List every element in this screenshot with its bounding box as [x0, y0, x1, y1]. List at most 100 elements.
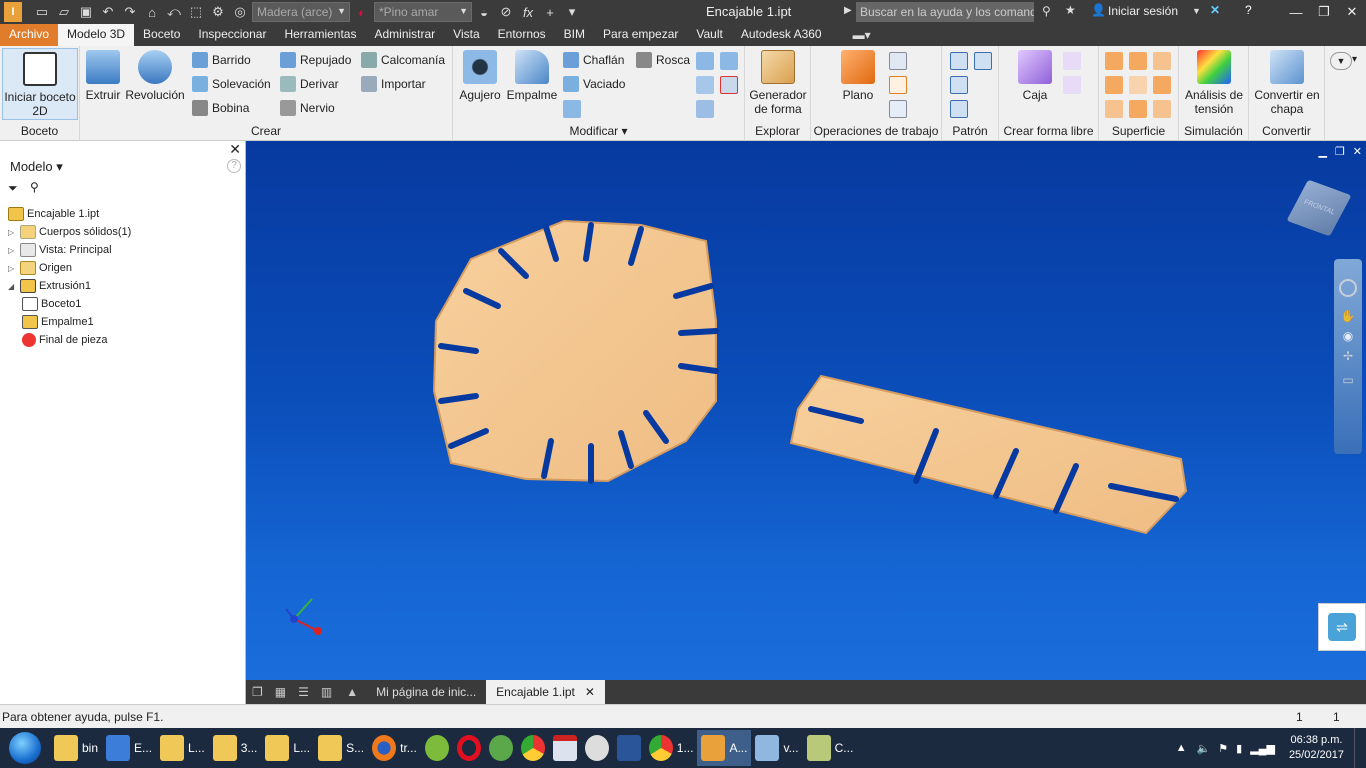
find-icon[interactable]: ⚲	[30, 180, 39, 194]
taskbar-item-folder-l2[interactable]: L...	[261, 730, 314, 766]
taskbar-item-bin[interactable]: bin	[50, 730, 102, 766]
ucs-icon[interactable]	[889, 100, 907, 118]
exchange-icon[interactable]: ✕	[1210, 3, 1220, 17]
close-icon[interactable]: ✕	[585, 685, 595, 699]
user-icon[interactable]: 👤	[1091, 3, 1106, 17]
expand-icon[interactable]: ▷	[8, 228, 20, 237]
replace-face-icon[interactable]	[1153, 76, 1171, 94]
orbit-icon[interactable]: ✢	[1334, 349, 1362, 363]
expand-icon[interactable]: ▷	[8, 264, 20, 273]
taskbar-app-paint[interactable]	[581, 730, 613, 766]
fit-mesh-icon[interactable]	[1129, 100, 1147, 118]
material-select[interactable]: Madera (arce) ▼	[252, 2, 350, 22]
clear-icon[interactable]: ⊘	[496, 2, 516, 22]
derive-button[interactable]: Derivar	[280, 74, 339, 94]
taskbar-app-s[interactable]	[421, 730, 453, 766]
shape-generator-button[interactable]: Generador de forma	[747, 50, 809, 116]
sweep-button[interactable]: Barrido	[192, 50, 251, 70]
browser-title[interactable]: Modelo ▾	[10, 159, 63, 175]
rib-button[interactable]: Nervio	[280, 98, 335, 118]
clock[interactable]: 06:38 p.m. 25/02/2017	[1279, 733, 1354, 763]
arrange-horizontal-icon[interactable]: ☰	[298, 685, 309, 699]
expand-arrow-icon[interactable]: ▶	[844, 5, 852, 16]
mirror-icon[interactable]	[974, 52, 992, 70]
look-at-icon[interactable]: ▭	[1334, 373, 1362, 387]
rect-pattern-icon[interactable]	[950, 52, 968, 70]
import-button[interactable]: Importar	[361, 74, 426, 94]
repair-icon[interactable]	[1105, 100, 1123, 118]
chevron-down-icon[interactable]: ▼	[1192, 6, 1201, 16]
revolve-button[interactable]: Revolución	[124, 50, 186, 102]
tab-autodesk-a360[interactable]: Autodesk A360	[732, 24, 831, 46]
start-sketch-button[interactable]: Iniciar boceto 2D	[2, 48, 78, 120]
tray-expand-icon[interactable]: ▲	[1176, 742, 1187, 754]
taskbar-item-folder-l[interactable]: L...	[156, 730, 209, 766]
thicken-icon[interactable]	[696, 76, 714, 94]
circ-pattern-icon[interactable]	[950, 76, 968, 94]
arrange-vertical-icon[interactable]: ▥	[321, 685, 332, 699]
taskbar-app-window[interactable]	[549, 730, 581, 766]
tree-node-fillet[interactable]: Empalme1	[8, 313, 131, 331]
cascade-icon[interactable]: ❐	[252, 685, 263, 699]
taskbar-item-v[interactable]: v...	[751, 730, 802, 766]
loft-button[interactable]: Solevación	[192, 74, 271, 94]
panel-title-modificar[interactable]: Modificar ▾	[453, 124, 744, 138]
binoculars-icon[interactable]: ⚲	[1042, 4, 1051, 18]
tree-node-extrusion[interactable]: ◢ Extrusión1	[8, 277, 131, 295]
return-icon[interactable]: ⤺	[164, 2, 184, 22]
tab-vista[interactable]: Vista	[444, 24, 488, 46]
close-icon[interactable]: ✕	[229, 141, 241, 158]
graphics-viewport[interactable]: ▁ ❐ ✕ FRONTAL ✋ ◉ ✢ ▭ ⇌	[246, 141, 1366, 680]
extrude-button[interactable]: Extruir	[84, 50, 122, 102]
help-icon[interactable]: ?	[1245, 3, 1252, 17]
tab-bim[interactable]: BIM	[555, 24, 594, 46]
volume-icon[interactable]: 🔈	[1197, 742, 1211, 755]
tab-list-icon[interactable]: ▲	[346, 685, 358, 699]
network-icon[interactable]: ▂▄▆	[1250, 742, 1275, 755]
decal-button[interactable]: Calcomanía	[361, 50, 445, 70]
customize-icon[interactable]: ▾	[562, 2, 582, 22]
sketch-pattern-icon[interactable]	[950, 100, 968, 118]
hexagon-slotted-part[interactable]	[432, 219, 719, 484]
tile-icon[interactable]: ▦	[275, 685, 286, 699]
taskbar-item-inventor[interactable]: A...	[697, 730, 752, 766]
globe-icon[interactable]: ◎	[230, 2, 250, 22]
tree-node-origin[interactable]: ▷ Origen	[8, 259, 131, 277]
tab-vault[interactable]: Vault	[687, 24, 731, 46]
undo-icon[interactable]: ↶	[98, 2, 118, 22]
taskbar-item-firefox[interactable]: tr...	[368, 730, 421, 766]
box-button[interactable]: Caja	[1013, 50, 1057, 102]
open-icon[interactable]: ▱	[54, 2, 74, 22]
patch-icon[interactable]	[1129, 52, 1147, 70]
ribbon-options-icon[interactable]: ▬▾	[853, 28, 871, 46]
freeform-convert-icon[interactable]	[1063, 76, 1081, 94]
minimize-icon[interactable]: —	[1282, 0, 1310, 24]
collapse-icon[interactable]: ◢	[8, 282, 20, 291]
sculpt-icon[interactable]	[1153, 52, 1171, 70]
star-icon[interactable]: ★	[1065, 3, 1076, 17]
tab-modelo-3d[interactable]: Modelo 3D	[58, 24, 135, 46]
tab-boceto[interactable]: Boceto	[134, 24, 189, 46]
tab-inspeccionar[interactable]: Inspeccionar	[189, 24, 275, 46]
axis-icon[interactable]	[889, 52, 907, 70]
save-icon[interactable]: ▣	[76, 2, 96, 22]
trim-icon[interactable]	[1105, 76, 1123, 94]
ribbon-collapse-icon[interactable]: ▾	[1352, 54, 1357, 65]
fillet-button[interactable]: Empalme	[505, 50, 559, 102]
share-button[interactable]: ⇌	[1318, 603, 1366, 651]
ruled-surface-icon[interactable]	[1153, 100, 1171, 118]
tab-administrar[interactable]: Administrar	[365, 24, 444, 46]
taskbar-app-word[interactable]	[613, 730, 645, 766]
convert-sheet-metal-button[interactable]: Convertir en chapa	[1251, 50, 1323, 116]
stitch-icon[interactable]	[1105, 52, 1123, 70]
coil-button[interactable]: Bobina	[192, 98, 249, 118]
chamfer-button[interactable]: Chaflán	[563, 50, 624, 70]
help-icon[interactable]: ?	[227, 159, 241, 173]
filter-icon[interactable]: ⏷	[8, 181, 18, 196]
combine-icon[interactable]	[696, 52, 714, 70]
move-face-icon[interactable]	[696, 100, 714, 118]
zoom-icon[interactable]: ◉	[1334, 329, 1362, 343]
doc-tab-home[interactable]: Mi página de inic...	[366, 680, 486, 704]
battery-icon[interactable]: ▮	[1236, 742, 1242, 755]
ribbon-overflow-button[interactable]: ▼	[1330, 52, 1352, 70]
